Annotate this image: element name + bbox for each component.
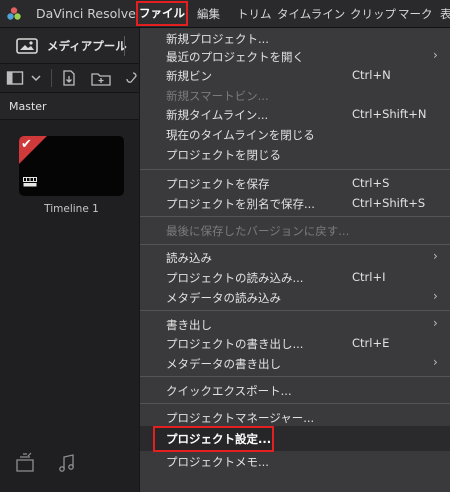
submenu-arrow-icon: ›: [433, 249, 438, 263]
menu-item-shortcut: Ctrl+I: [352, 270, 386, 284]
link-icon[interactable]: [124, 70, 138, 86]
menu-item-label: プロジェクトを保存: [166, 177, 270, 191]
menu-item-import-metadata[interactable]: メタデータの読み込み ›: [140, 287, 450, 307]
menu-trim[interactable]: トリム: [237, 6, 272, 22]
bin-name[interactable]: Master: [9, 100, 47, 113]
new-bin-icon[interactable]: [90, 70, 112, 86]
menu-timeline[interactable]: タイムライン: [277, 6, 345, 22]
menu-item-export-metadata[interactable]: メタデータの書き出し ›: [140, 353, 450, 373]
media-pool-panel: メディアプール Master ✔ Timeline 1: [0, 28, 139, 492]
menu-item-shortcut: Ctrl+Shift+S: [352, 196, 426, 210]
menu-edit[interactable]: 編集: [197, 6, 220, 22]
menu-separator: [140, 310, 450, 311]
menu-separator: [140, 216, 450, 217]
menu-item-new-smart-bin: 新規スマートビン...: [140, 85, 450, 105]
menu-item-label: 最近のプロジェクトを開く: [166, 50, 304, 64]
menu-item-new-bin[interactable]: 新規ビン Ctrl+N: [140, 65, 450, 85]
menu-item-export[interactable]: 書き出し ›: [140, 314, 450, 334]
submenu-arrow-icon: ›: [433, 316, 438, 330]
menu-item-label: プロジェクトメモ...: [166, 455, 269, 469]
menu-item-quick-export[interactable]: クイックエクスポート...: [140, 380, 450, 400]
clip-label: Timeline 1: [44, 203, 99, 215]
submenu-arrow-icon: ›: [433, 289, 438, 303]
menu-item-label: 最後に保存したバージョンに戻す...: [166, 224, 350, 238]
menu-item-shortcut: Ctrl+Shift+N: [352, 107, 427, 121]
menu-item-shortcut: Ctrl+E: [352, 336, 390, 350]
menu-item-label: 新規ビン: [166, 69, 212, 83]
menu-separator: [140, 403, 450, 404]
sidebar-toggle-icon[interactable]: [6, 70, 24, 86]
menu-item-label: 読み込み: [166, 251, 212, 265]
timeline-thumbnail[interactable]: ✔: [19, 136, 124, 196]
menu-separator: [140, 244, 450, 245]
menu-item-label: 新規スマートビン...: [166, 89, 269, 103]
menu-file[interactable]: ファイル: [136, 1, 188, 26]
menu-item-label: 書き出し: [166, 318, 212, 332]
menu-item-label: 新規タイムライン...: [166, 108, 269, 122]
menu-item-label: プロジェクトを閉じる: [166, 148, 281, 162]
menu-item-close-timeline[interactable]: 現在のタイムラインを閉じる: [140, 124, 450, 144]
menu-item-label: メタデータの読み込み: [166, 291, 281, 305]
bin-header: Master: [0, 93, 139, 120]
menu-bar: DaVinci Resolve ファイル 編集 トリム タイムライン クリップ …: [0, 0, 450, 28]
menu-item-label: プロジェクト設定...: [166, 432, 272, 446]
chevron-down-icon[interactable]: [30, 70, 42, 86]
menu-item-new-project[interactable]: 新規プロジェクト...: [140, 28, 450, 48]
audio-clip-icon[interactable]: [56, 452, 78, 474]
file-menu-dropdown: 新規プロジェクト... 最近のプロジェクトを開く › 新規ビン Ctrl+N 新…: [139, 28, 450, 492]
submenu-arrow-icon: ›: [433, 48, 438, 62]
media-pool-icon[interactable]: [16, 38, 38, 54]
davinci-logo-icon[interactable]: [6, 6, 22, 22]
menu-item-label: プロジェクトマネージャー...: [166, 411, 315, 425]
app-name: DaVinci Resolve: [36, 6, 136, 21]
menu-item-label: プロジェクトを別名で保存...: [166, 197, 315, 211]
menu-item-project-settings[interactable]: プロジェクト設定...: [140, 426, 450, 452]
media-pool-toolbar: [0, 64, 139, 93]
menu-item-project-notes[interactable]: プロジェクトメモ...: [140, 451, 450, 471]
menu-view[interactable]: 表: [440, 6, 450, 22]
menu-item-label: メタデータの書き出し: [166, 357, 281, 371]
menu-item-label: 新規プロジェクト...: [166, 32, 269, 46]
divider: [51, 69, 52, 87]
menu-item-close-project[interactable]: プロジェクトを閉じる: [140, 144, 450, 164]
menu-item-revert-to-saved: 最後に保存したバージョンに戻す...: [140, 220, 450, 240]
menu-item-import[interactable]: 読み込み ›: [140, 247, 450, 267]
menu-item-export-project[interactable]: プロジェクトの書き出し... Ctrl+E: [140, 333, 450, 353]
timeline-icon: [23, 177, 37, 187]
menu-item-label: クイックエクスポート...: [166, 384, 292, 398]
media-pool-label[interactable]: メディアプール: [47, 38, 127, 54]
menu-item-new-timeline[interactable]: 新規タイムライン... Ctrl+Shift+N: [140, 104, 450, 124]
menu-item-open-recent[interactable]: 最近のプロジェクトを開く ›: [140, 46, 450, 66]
check-icon: ✔: [21, 137, 32, 152]
submenu-arrow-icon: ›: [433, 355, 438, 369]
bottom-toolbar: [0, 448, 139, 492]
menu-item-save-project[interactable]: プロジェクトを保存 Ctrl+S: [140, 173, 450, 193]
divider: [124, 36, 125, 56]
menu-item-label: 現在のタイムラインを閉じる: [166, 128, 315, 142]
menu-item-import-project[interactable]: プロジェクトの読み込み... Ctrl+I: [140, 267, 450, 287]
menu-item-project-manager[interactable]: プロジェクトマネージャー...: [140, 407, 450, 427]
media-pool-header: メディアプール: [0, 28, 139, 64]
menu-item-shortcut: Ctrl+S: [352, 176, 390, 190]
bin-stack-icon[interactable]: [14, 452, 36, 474]
menu-separator: [140, 169, 450, 170]
import-media-icon[interactable]: [60, 70, 78, 86]
menu-item-save-project-as[interactable]: プロジェクトを別名で保存... Ctrl+Shift+S: [140, 193, 450, 213]
menu-clip[interactable]: クリップ: [350, 6, 396, 22]
menu-item-shortcut: Ctrl+N: [352, 68, 391, 82]
menu-mark[interactable]: マーク: [398, 6, 433, 22]
menu-item-label: プロジェクトの読み込み...: [166, 271, 304, 285]
menu-separator: [140, 376, 450, 377]
menu-item-label: プロジェクトの書き出し...: [166, 337, 304, 351]
